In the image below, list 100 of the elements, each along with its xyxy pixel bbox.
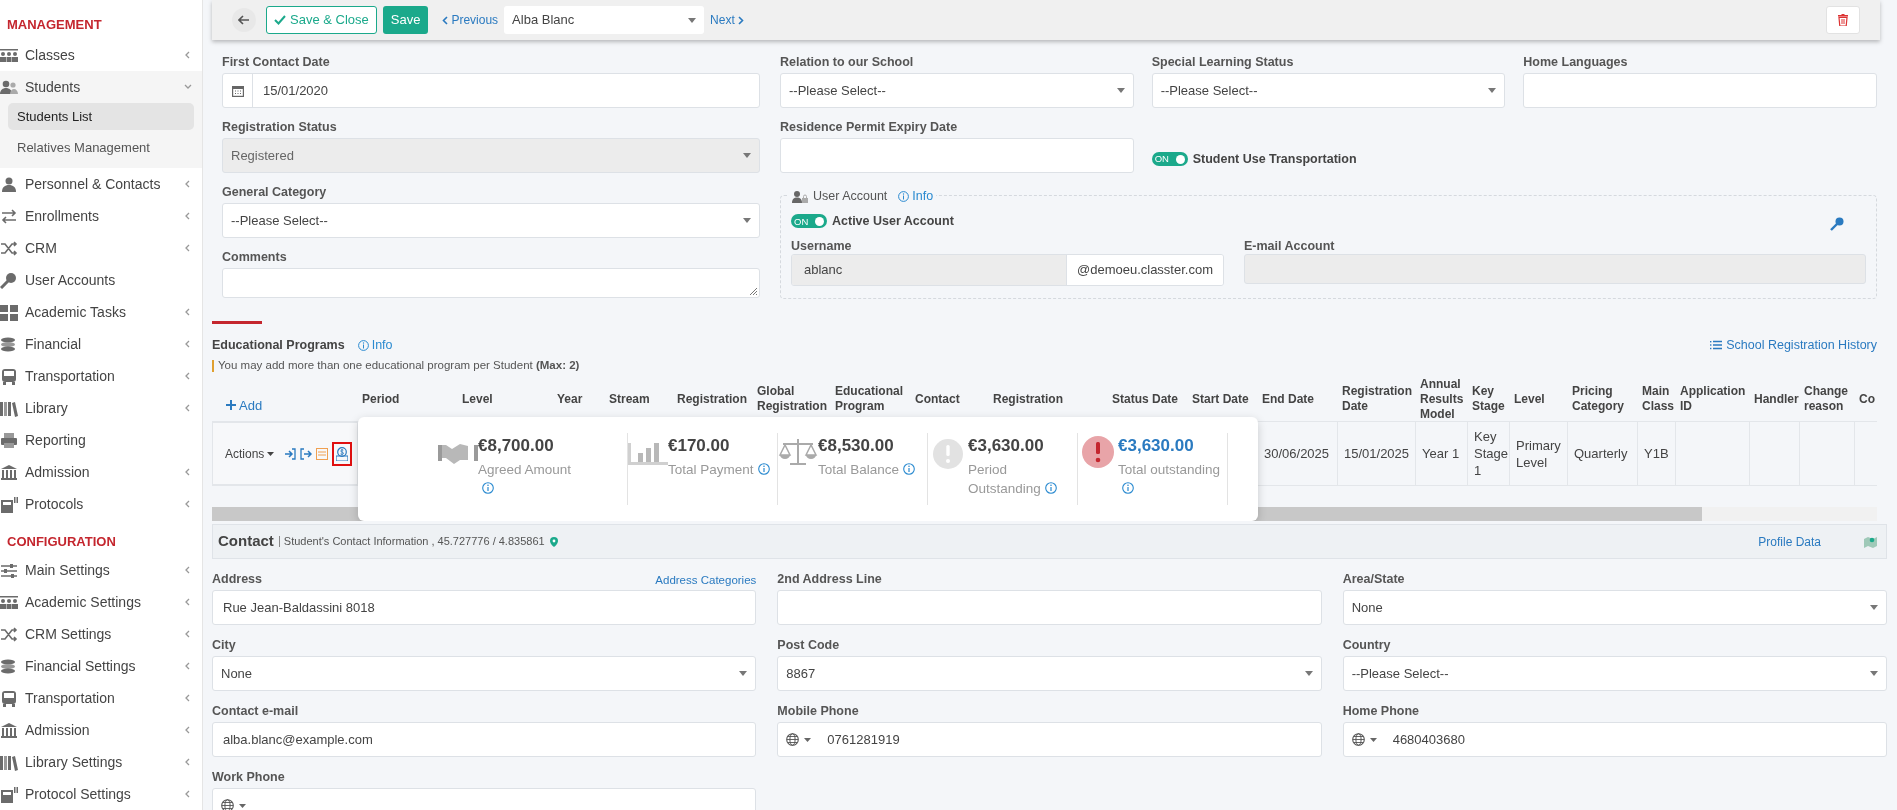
back-button[interactable] [232, 8, 256, 32]
select-field[interactable]: 8867 [777, 656, 1322, 691]
stat-label: Total outstanding [1118, 462, 1221, 477]
chevron-right-icon [737, 15, 744, 25]
field-label: E-mail Account [1244, 237, 1336, 254]
building-icon [0, 463, 18, 481]
text-field[interactable] [780, 138, 1134, 173]
sidebar-item[interactable]: Students [0, 71, 202, 103]
sidebar-item[interactable]: CRM [0, 232, 202, 264]
sidebar-item[interactable]: Transportation [0, 360, 202, 392]
sidebar-item[interactable]: Protocols [0, 488, 202, 520]
caret-down-icon [1304, 671, 1313, 676]
note-text: You may add more than one educational program per Student (Max: 2) [218, 358, 580, 374]
table-cell: 30/06/2025 [1264, 445, 1330, 462]
sidebar-item[interactable]: User Accounts [0, 264, 202, 296]
caret-down-icon [739, 671, 748, 676]
text-field[interactable] [777, 590, 1322, 625]
select-field[interactable]: --Please Select-- [1151, 73, 1506, 108]
field-label: Registration Status [222, 119, 337, 137]
caret-down-icon [1369, 737, 1377, 742]
field-label: Home Phone [1342, 703, 1420, 721]
key-icon [0, 271, 18, 289]
actions-dropdown[interactable]: Actions [225, 444, 275, 463]
sidebar-item[interactable]: Reporting [0, 424, 202, 456]
sidebar-item[interactable]: Admission [0, 456, 202, 488]
sidebar-item[interactable]: Financial Settings [0, 650, 202, 682]
user-lock-icon [792, 189, 808, 203]
column-header: Period [362, 391, 400, 407]
comments-textarea[interactable] [222, 268, 760, 298]
sidebar-item[interactable]: Library [0, 392, 202, 424]
sidebar-item[interactable]: Library Settings [0, 746, 202, 778]
select-field[interactable]: --Please Select-- [1342, 656, 1887, 691]
users-icon [0, 78, 18, 96]
sidebar-item[interactable]: Protocol Settings [0, 778, 202, 810]
toggle-label: Student Use Transportation [1192, 150, 1357, 168]
action-button[interactable] [300, 447, 313, 460]
amount-value: €3,630.00 [1118, 435, 1195, 457]
select-field[interactable]: --Please Select-- [780, 73, 1134, 108]
shuffle-icon [0, 625, 18, 643]
record-select[interactable]: Alba Blanc [504, 6, 705, 34]
arrows-icon [0, 207, 18, 225]
submenu-item[interactable]: Relatives Management [8, 134, 194, 161]
caret-down-icon [743, 218, 751, 223]
payment-button[interactable] [332, 441, 353, 466]
sidebar-item[interactable]: Academic Settings [0, 586, 202, 618]
field-label: Special Learning Status [1151, 54, 1294, 72]
sidebar-item[interactable]: Transportation [0, 682, 202, 714]
add-link[interactable]: Add [226, 395, 263, 415]
address-categories-link[interactable]: Address Categories [655, 571, 757, 589]
phone-field[interactable]: 4680403680 [1342, 722, 1887, 757]
action-button[interactable] [284, 447, 297, 460]
select-field[interactable]: None [212, 656, 757, 691]
column-header: Pricing Category [1572, 384, 1625, 414]
list-icon [1710, 340, 1723, 350]
sidebar-item[interactable]: Financial [0, 328, 202, 360]
section-title: Educational Programs [212, 336, 345, 354]
sidebar-item[interactable]: Classes [0, 39, 202, 71]
info-link[interactable]: Info [898, 187, 934, 206]
coins-icon [0, 335, 18, 353]
column-header: Main Class [1642, 384, 1675, 414]
sidebar-item[interactable]: CRM Settings [0, 618, 202, 650]
select-field[interactable]: None [1342, 590, 1887, 625]
caret-down-icon [1488, 88, 1497, 93]
stat-label: Period Outstanding [968, 462, 1041, 496]
map-icon [1864, 535, 1877, 548]
submenu-item[interactable]: Students List [8, 103, 194, 130]
money-icon [336, 446, 349, 461]
caret-down-icon [1870, 605, 1878, 610]
text-field[interactable]: Rue Jean-Baldassini 8018 [212, 590, 757, 625]
table-cell: Key Stage 1 [1474, 428, 1508, 479]
column-header: Registration [993, 391, 1063, 407]
caret-down-icon [743, 153, 751, 158]
sidebar-item[interactable]: Personnel & Contacts [0, 168, 202, 200]
column-header: Educational Program [835, 384, 904, 414]
caret-down-icon [804, 737, 812, 742]
sidebar-item[interactable]: Main Settings [0, 554, 202, 586]
phone-field[interactable]: 0761281919 [777, 722, 1322, 757]
building-icon [0, 721, 18, 739]
previous-link[interactable]: Previous [442, 11, 499, 29]
next-link[interactable]: Next [710, 11, 744, 29]
select-field[interactable]: --Please Select-- [222, 203, 760, 238]
date-field[interactable]: 15/01/2020 [222, 73, 760, 108]
delete-button[interactable] [1826, 6, 1860, 34]
legend-text: User Account [813, 188, 888, 205]
profile-data-link[interactable]: Profile Data [1758, 532, 1821, 551]
sidebar-item[interactable]: Academic Tasks [0, 296, 202, 328]
column-header: Stream [609, 391, 650, 407]
books-icon [0, 753, 18, 771]
sidebar-item[interactable]: Enrollments [0, 200, 202, 232]
column-header: Change reason [1804, 384, 1849, 414]
history-link[interactable]: School Registration History [1710, 335, 1877, 355]
action-button[interactable] [316, 447, 329, 460]
sign-out-icon [300, 447, 313, 460]
info-link[interactable]: Info [357, 335, 393, 355]
sidebar-item[interactable]: Admission [0, 714, 202, 746]
stat-label: Total Payment [668, 462, 754, 477]
printer-icon [0, 431, 18, 449]
text-field[interactable] [1523, 73, 1877, 108]
field-label: First Contact Date [222, 54, 330, 72]
text-field[interactable]: alba.blanc@example.com [212, 722, 757, 757]
